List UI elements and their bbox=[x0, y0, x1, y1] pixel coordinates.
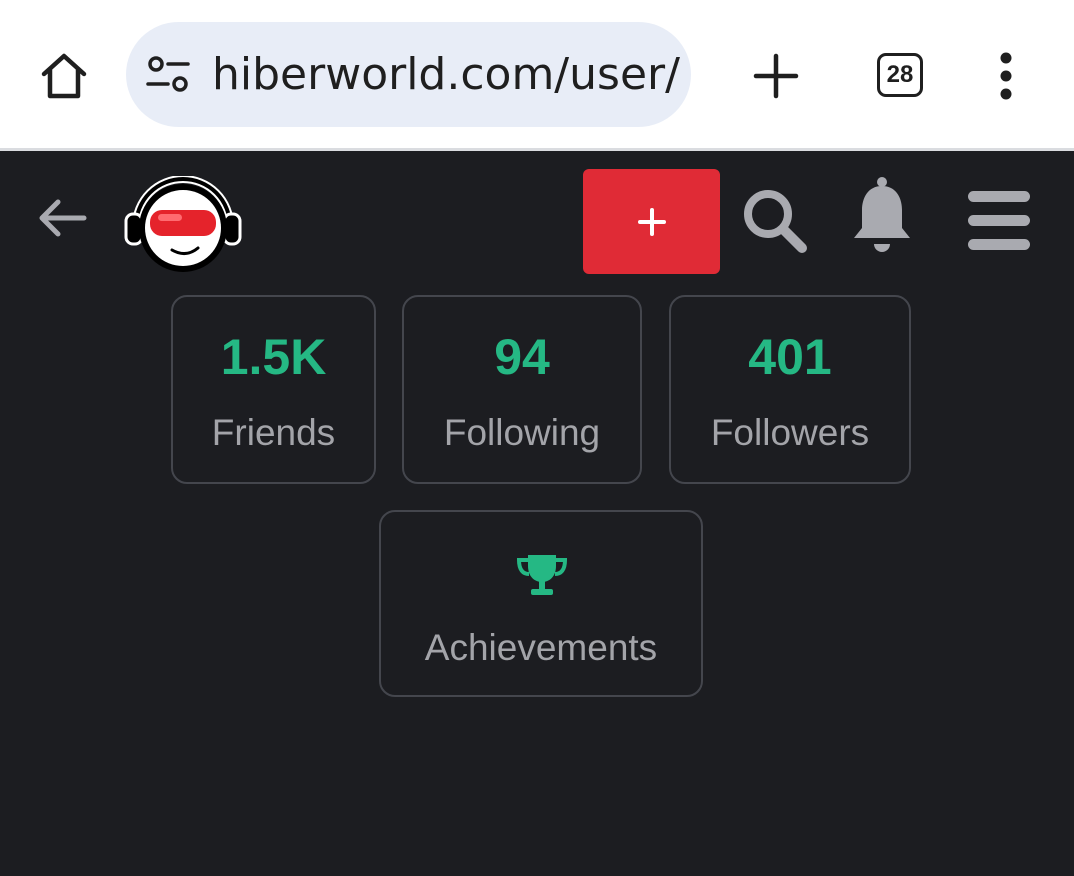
following-card[interactable]: 94 Following bbox=[402, 295, 642, 484]
tab-switcher-button[interactable]: 28 bbox=[877, 53, 923, 97]
hamburger-icon bbox=[968, 191, 1030, 250]
search-button[interactable] bbox=[740, 186, 810, 256]
achievements-label: Achievements bbox=[424, 627, 658, 668]
avatar-logo[interactable] bbox=[124, 175, 242, 276]
search-icon bbox=[744, 190, 807, 253]
plus-icon bbox=[753, 53, 799, 99]
site-settings-icon[interactable] bbox=[144, 54, 192, 96]
trophy-icon bbox=[516, 555, 568, 595]
friends-card[interactable]: 1.5K Friends bbox=[171, 295, 376, 484]
followers-count: 401 bbox=[748, 329, 832, 385]
following-label: Following bbox=[443, 412, 601, 453]
notifications-button[interactable] bbox=[852, 176, 912, 256]
home-button[interactable] bbox=[38, 50, 90, 102]
tab-count: 28 bbox=[886, 61, 914, 88]
home-icon bbox=[41, 53, 87, 99]
followers-label: Followers bbox=[710, 412, 870, 453]
hamburger-menu-button[interactable] bbox=[966, 188, 1032, 254]
create-button[interactable] bbox=[583, 169, 720, 274]
new-tab-button[interactable] bbox=[752, 52, 800, 100]
address-bar[interactable]: hiberworld.com/user/F bbox=[126, 22, 691, 127]
achievements-card[interactable]: Achievements bbox=[379, 510, 703, 697]
friends-label: Friends bbox=[211, 412, 336, 453]
bell-icon bbox=[854, 177, 910, 252]
back-button[interactable] bbox=[36, 196, 88, 240]
browser-menu-button[interactable] bbox=[996, 52, 1016, 100]
friends-count: 1.5K bbox=[220, 329, 327, 385]
url-text: hiberworld.com/user/F bbox=[212, 49, 682, 100]
followers-card[interactable]: 401 Followers bbox=[669, 295, 911, 484]
browser-toolbar: hiberworld.com/user/F 28 bbox=[0, 0, 1074, 151]
more-vert-icon bbox=[1000, 52, 1012, 100]
following-count: 94 bbox=[494, 329, 550, 385]
plus-icon bbox=[637, 207, 666, 236]
back-arrow-icon bbox=[39, 199, 87, 237]
